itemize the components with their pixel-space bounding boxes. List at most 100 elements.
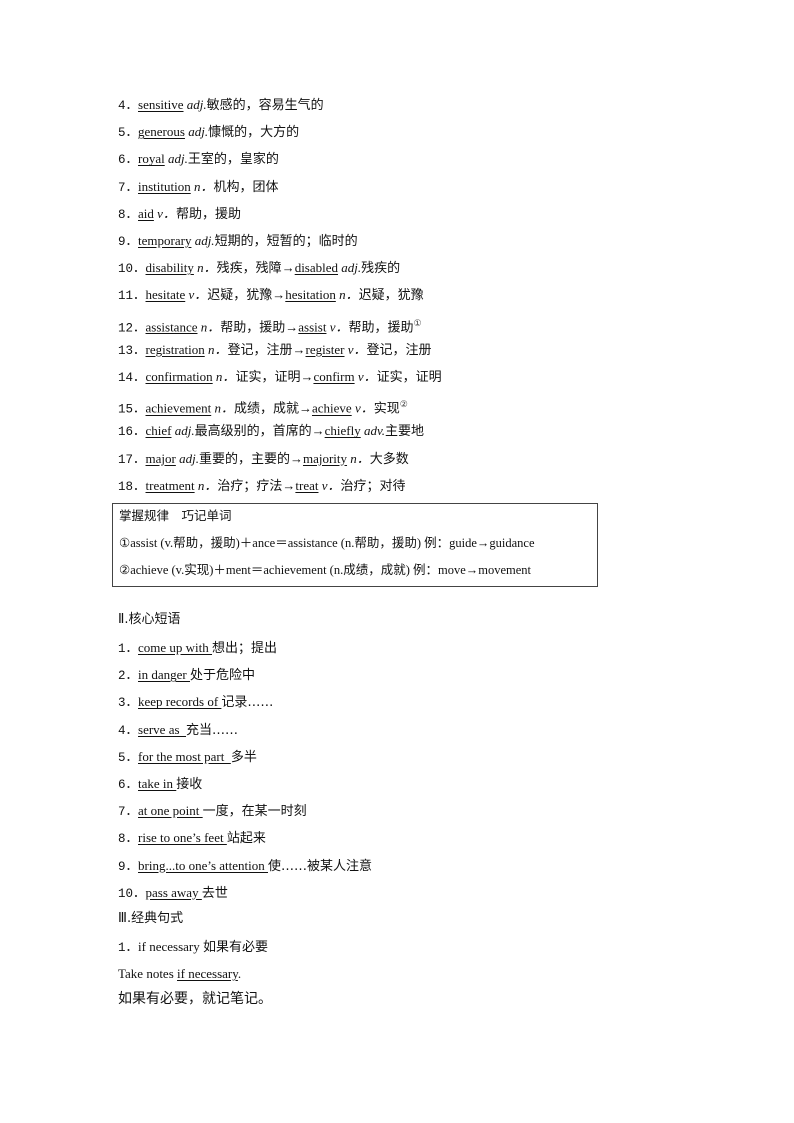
derived-word: register xyxy=(305,341,345,357)
phrase-text: in danger xyxy=(138,667,190,683)
vocab-meaning: 帮助，援助 xyxy=(220,319,286,335)
vocab-meaning: 重要的，主要的 xyxy=(198,451,290,467)
derived-part-of-speech: v． xyxy=(357,369,377,384)
footnote-marker: ① xyxy=(413,317,422,328)
phrase-text: rise to one’s feet xyxy=(138,830,227,846)
phrase-text: keep records of xyxy=(138,694,222,710)
vocab-word: hesitate xyxy=(145,287,186,303)
derived-meaning: 证实，证明 xyxy=(376,370,442,385)
item-number: 15． xyxy=(118,402,146,417)
vocab-meaning: 机构，团体 xyxy=(213,179,279,195)
part-of-speech: adj. xyxy=(167,151,188,167)
derived-part-of-speech: adv. xyxy=(363,423,386,439)
vocab-word: sensitive xyxy=(138,97,184,112)
phrase-text: pass away xyxy=(145,884,202,900)
vocab-item: 16．chief adj.最高级别的，首席的→chiefly adv.主要地 xyxy=(118,422,424,441)
phrase-meaning: 站起来 xyxy=(226,831,266,847)
derived-meaning: 大多数 xyxy=(369,451,409,467)
vocab-item: 10．disability n．残疾，残障→disabled adj.残疾的 xyxy=(118,259,400,278)
derived-word: chiefly xyxy=(324,423,361,439)
item-number: 8． xyxy=(118,832,139,847)
vocab-meaning: 登记，注册 xyxy=(227,342,293,358)
phrase-item: 8．rise to one’s feet 站起来 xyxy=(118,829,266,848)
phrase-item: 4．serve as 充当…… xyxy=(118,721,238,740)
derived-word: treat xyxy=(295,477,319,493)
part-of-speech: adj. xyxy=(186,97,207,112)
vocab-item: 8．aid v．帮助，援助 xyxy=(118,205,241,224)
vocab-word: confirmation xyxy=(145,369,213,384)
arrow-icon: → xyxy=(281,260,295,276)
vocab-meaning: 敏感的，容易生气的 xyxy=(206,98,324,113)
phrase-meaning: 记录…… xyxy=(221,695,274,711)
part-of-speech: n． xyxy=(194,178,214,194)
phrase-item: 6．take in 接收 xyxy=(118,775,202,794)
derived-part-of-speech: n． xyxy=(339,287,359,303)
part-of-speech: n． xyxy=(215,369,236,384)
footnote-marker: ② xyxy=(399,399,408,410)
phrase-meaning: 使……被某人注意 xyxy=(268,858,373,874)
sentence-pattern-item: 1．if necessary 如果有必要 xyxy=(118,938,268,957)
phrase-text: for the most part xyxy=(138,748,231,764)
arrow-icon: → xyxy=(289,450,303,466)
derived-meaning: 实现 xyxy=(373,401,400,417)
vocab-item: 6．royal adj.王室的，皇家的 xyxy=(118,150,279,169)
item-number: 5． xyxy=(118,750,139,765)
derived-meaning: 主要地 xyxy=(385,424,425,440)
part-of-speech: n． xyxy=(200,318,221,334)
phrase-meaning: 处于危险中 xyxy=(190,668,256,684)
derived-word: achieve xyxy=(311,400,352,416)
arrow-icon: → xyxy=(311,423,325,439)
derived-word: assist xyxy=(298,318,327,334)
item-number: 10． xyxy=(118,886,146,901)
part-of-speech: adj. xyxy=(174,423,195,439)
item-number: 9． xyxy=(118,235,139,249)
item-number: 14． xyxy=(118,371,146,385)
part-of-speech: n． xyxy=(207,341,228,357)
example-underlined: if necessary xyxy=(177,966,238,981)
item-number: 1． xyxy=(118,941,139,955)
example-translation: 如果有必要，就记笔记。 xyxy=(118,991,272,1007)
item-number: 13． xyxy=(118,343,146,358)
phrase-text: serve as xyxy=(138,721,187,737)
item-number: 8． xyxy=(118,207,139,222)
vocab-item: 11．hesitate v．迟疑，犹豫→hesitation n．迟疑，犹豫 xyxy=(118,286,424,305)
phrase-text: at one point xyxy=(138,803,203,819)
phrase-item: 10．pass away 去世 xyxy=(118,884,228,903)
vocab-meaning: 治疗；疗法 xyxy=(217,478,283,494)
item-number: 9． xyxy=(118,859,139,874)
derived-word: hesitation xyxy=(285,287,336,303)
vocab-item: 17．major adj.重要的，主要的→majority n．大多数 xyxy=(118,450,409,469)
part-of-speech: v． xyxy=(188,287,208,303)
derived-word: majority xyxy=(302,450,348,466)
vocab-item: 12．assistance n．帮助，援助→assist v．帮助，援助① xyxy=(118,314,422,337)
item-number: 12． xyxy=(118,320,146,335)
phrase-item: 9．bring...to one’s attention 使……被某人注意 xyxy=(118,857,372,876)
example-sentence: Take notes if necessary. xyxy=(118,965,241,983)
vocab-word: major xyxy=(145,450,176,466)
document-page: 4．sensitive adj.敏感的，容易生气的 5．generous adj.… xyxy=(0,0,794,1123)
vocab-item: 13．registration n．登记，注册→register v．登记，注册 xyxy=(118,341,432,360)
arrow-icon: → xyxy=(285,318,299,334)
item-number: 5． xyxy=(118,126,139,141)
phrase-meaning: 一度，在某一时刻 xyxy=(202,804,307,820)
vocab-word: registration xyxy=(145,341,205,357)
item-number: 17． xyxy=(118,452,146,467)
derived-part-of-speech: v． xyxy=(347,341,367,357)
item-number: 4． xyxy=(118,723,139,738)
phrase-meaning: 多半 xyxy=(230,749,257,765)
item-number: 1． xyxy=(118,642,139,656)
derived-meaning: 登记，注册 xyxy=(366,342,432,358)
item-number: 7． xyxy=(118,180,139,195)
part-of-speech: v． xyxy=(157,205,176,221)
tip-box: 掌握规律 巧记单词 ①assist (v.帮助，援助)＋ance＝assista… xyxy=(112,503,598,587)
derived-part-of-speech: v． xyxy=(321,477,341,493)
vocab-word: disability xyxy=(145,260,194,276)
arrow-icon: → xyxy=(282,477,296,493)
arrow-icon: → xyxy=(298,400,312,416)
vocab-meaning: 成绩，成就 xyxy=(233,401,299,417)
item-number: 6． xyxy=(118,778,139,792)
phrase-text: take in xyxy=(138,776,177,791)
phrase-item: 3．keep records of 记录…… xyxy=(118,693,273,712)
phrase-item: 1．come up with 想出；提出 xyxy=(118,639,277,658)
vocab-meaning: 迟疑，犹豫 xyxy=(207,288,273,304)
